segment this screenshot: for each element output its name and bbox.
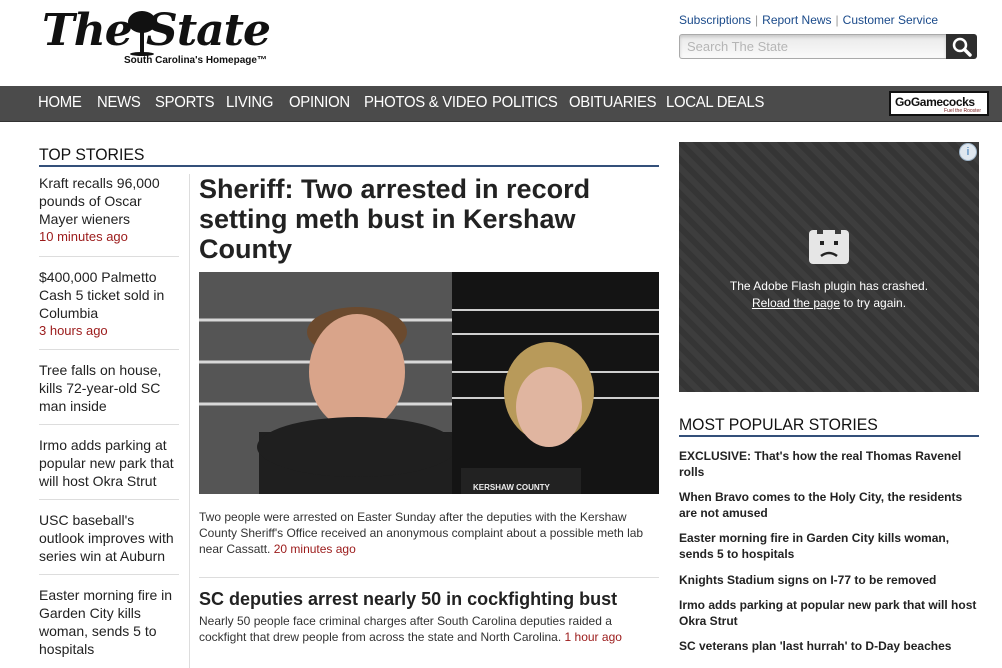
customer-service-link[interactable]: Customer Service (843, 13, 938, 27)
popular-story-link[interactable]: Irmo adds parking at popular new park th… (679, 597, 979, 629)
nav-local-deals[interactable]: LOCAL DEALS (666, 94, 764, 112)
search-icon (952, 37, 972, 57)
link-separator: | (755, 13, 759, 27)
nav-obituaries[interactable]: OBITUARIES (569, 94, 657, 112)
divider (199, 577, 659, 578)
nav-sports[interactable]: SPORTS (155, 94, 215, 112)
top-story-item[interactable]: Irmo adds parking at popular new park th… (39, 436, 179, 490)
top-story-time: 10 minutes ago (39, 229, 128, 244)
second-summary: Nearly 50 people face criminal charges a… (199, 613, 659, 645)
site-logo[interactable]: The State South Carolina's Homepage™ (42, 6, 282, 68)
second-headline[interactable]: SC deputies arrest nearly 50 in cockfigh… (199, 589, 617, 610)
main-nav: HOME NEWS SPORTS LIVING OPINION PHOTOS &… (0, 86, 1002, 122)
popular-story-link[interactable]: SC veterans plan 'last hurrah' to D-Day … (679, 638, 979, 654)
divider (39, 349, 179, 350)
link-separator: | (835, 13, 839, 27)
popular-story-link[interactable]: EXCLUSIVE: That's how the real Thomas Ra… (679, 448, 979, 480)
top-story-item[interactable]: $400,000 Palmetto Cash 5 ticket sold in … (39, 268, 179, 340)
search-placeholder: Search The State (687, 39, 788, 54)
promo-label: GoGamecocks (895, 95, 975, 109)
mugshot-image: KERSHAW COUNTY (199, 272, 659, 494)
divider (39, 424, 179, 425)
most-popular-heading: MOST POPULAR STORIES (679, 415, 878, 434)
most-popular-rule (679, 435, 979, 437)
ad-error-message: The Adobe Flash plugin has crashed. Relo… (679, 278, 979, 312)
ad-reload-line: Reload the page to try again. (679, 295, 979, 312)
ad-choices-icon[interactable]: i (959, 143, 977, 161)
search-input[interactable]: Search The State (679, 34, 947, 59)
lead-summary: Two people were arrested on Easter Sunda… (199, 509, 659, 557)
photo-caption-text: KERSHAW COUNTY (473, 483, 551, 492)
top-stories-heading: TOP STORIES (39, 145, 145, 164)
top-story-item[interactable]: USC baseball's outlook improves with ser… (39, 511, 179, 565)
lead-photo[interactable]: KERSHAW COUNTY (199, 272, 659, 494)
popular-story-link[interactable]: Knights Stadium signs on I-77 to be remo… (679, 572, 979, 588)
masthead: The State South Carolina's Homepage™ Sub… (0, 0, 1002, 86)
top-story-item[interactable]: Easter morning fire in Garden City kills… (39, 586, 179, 658)
popular-story-link[interactable]: When Bravo comes to the Holy City, the r… (679, 489, 979, 521)
divider (39, 499, 179, 500)
palmetto-tree-icon (128, 11, 156, 56)
logo-tagline: South Carolina's Homepage™ (124, 55, 267, 66)
top-story-title[interactable]: $400,000 Palmetto Cash 5 ticket sold in … (39, 268, 179, 322)
subscriptions-link[interactable]: Subscriptions (679, 13, 751, 27)
nav-opinion[interactable]: OPINION (289, 94, 350, 112)
top-story-title[interactable]: Tree falls on house, kills 72-year-old S… (39, 361, 179, 415)
nav-news[interactable]: NEWS (97, 94, 141, 112)
top-story-item[interactable]: Kraft recalls 96,000 pounds of Oscar May… (39, 174, 179, 246)
second-summary-time: 1 hour ago (564, 630, 622, 644)
lead-headline[interactable]: Sheriff: Two arrested in record setting … (199, 174, 639, 264)
flash-ad-placeholder[interactable] (679, 142, 979, 392)
divider (39, 574, 179, 575)
lead-summary-time: 20 minutes ago (273, 542, 356, 556)
top-stories-rule (39, 165, 659, 167)
top-story-title[interactable]: USC baseball's outlook improves with ser… (39, 511, 179, 565)
top-story-title[interactable]: Irmo adds parking at popular new park th… (39, 436, 179, 490)
gogamecocks-promo[interactable]: GoGamecocks Fuel the Rooster (889, 91, 989, 116)
top-story-item[interactable]: Tree falls on house, kills 72-year-old S… (39, 361, 179, 415)
reload-suffix: to try again. (840, 296, 907, 310)
nav-living[interactable]: LIVING (226, 94, 273, 112)
promo-sublabel: Fuel the Rooster (944, 108, 981, 114)
nav-photos-video[interactable]: PHOTOS & VIDEO (364, 94, 487, 112)
top-story-title[interactable]: Easter morning fire in Garden City kills… (39, 586, 179, 658)
lead-summary-text: Two people were arrested on Easter Sunda… (199, 510, 644, 556)
top-story-time: 3 hours ago (39, 323, 108, 338)
popular-story-link[interactable]: Easter morning fire in Garden City kills… (679, 530, 979, 562)
search-button[interactable] (946, 34, 977, 59)
ad-crash-text: The Adobe Flash plugin has crashed. (729, 279, 929, 293)
sad-plugin-icon (809, 230, 849, 264)
report-news-link[interactable]: Report News (762, 13, 831, 27)
column-divider (189, 174, 190, 668)
nav-politics[interactable]: POLITICS (492, 94, 558, 112)
nav-home[interactable]: HOME (38, 94, 82, 112)
top-story-title[interactable]: Kraft recalls 96,000 pounds of Oscar May… (39, 174, 179, 228)
reload-link[interactable]: Reload the page (752, 296, 840, 310)
second-summary-text: Nearly 50 people face criminal charges a… (199, 614, 612, 644)
divider (39, 256, 179, 257)
utility-links: Subscriptions | Report News | Customer Servi… (679, 13, 938, 27)
